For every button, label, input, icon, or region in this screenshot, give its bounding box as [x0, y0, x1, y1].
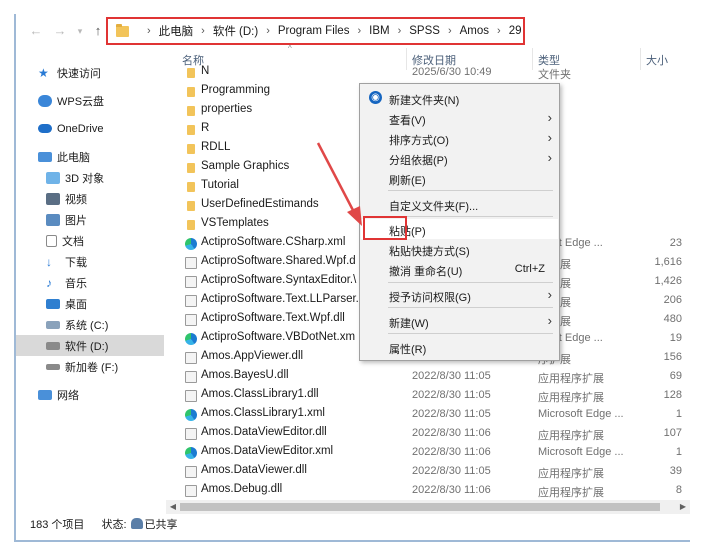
annotation-arrow: [316, 142, 362, 226]
arrow-head: [347, 206, 362, 226]
arrow-shaft: [316, 142, 358, 217]
